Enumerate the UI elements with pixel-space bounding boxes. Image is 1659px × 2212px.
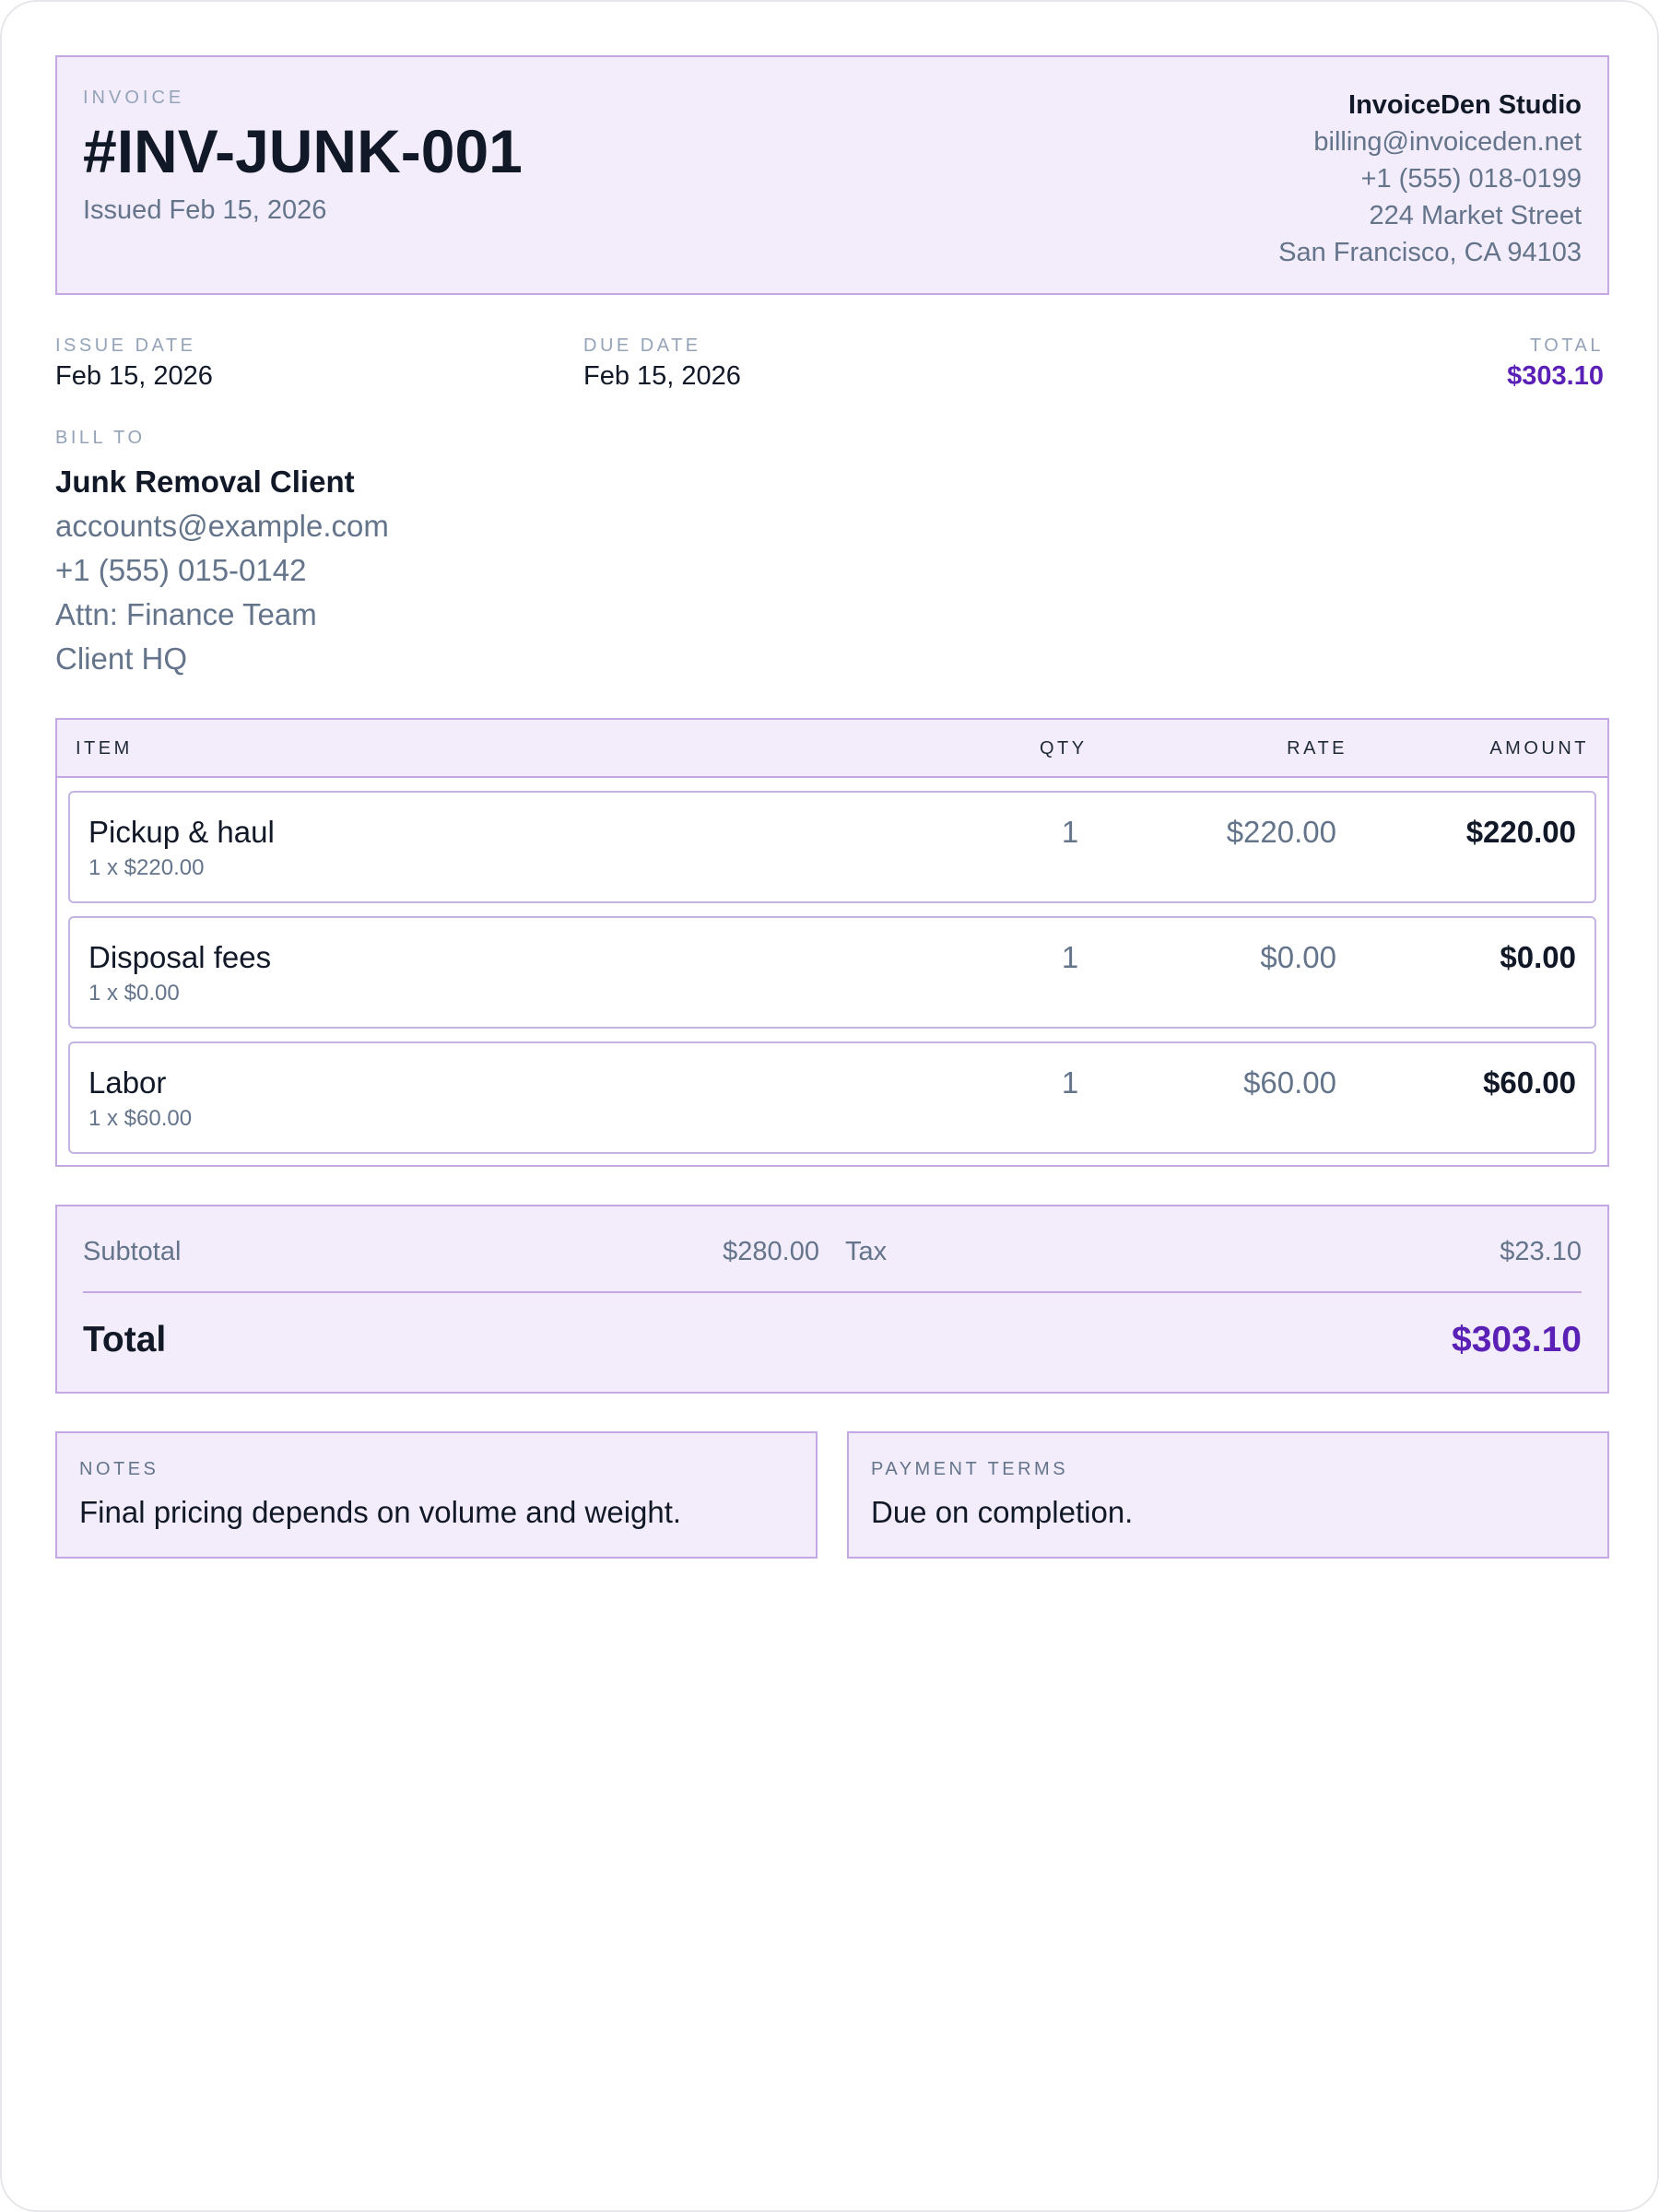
item-amount: $60.00 <box>1483 1065 1576 1100</box>
notes-text: Final pricing depends on volume and weig… <box>79 1495 682 1529</box>
table-row: Labor 1 x $60.00 1 $60.00 $60.00 <box>68 1041 1596 1154</box>
total-value: $303.10 <box>1507 361 1604 391</box>
bill-to-attn: Attn: Finance Team <box>55 597 317 631</box>
due-date-label: DUE DATE <box>583 335 701 356</box>
bill-to-label: BILL TO <box>55 428 146 448</box>
totals-divider <box>83 1291 1582 1293</box>
item-name: Disposal fees <box>88 940 272 974</box>
tax-value: $23.10 <box>1500 1237 1582 1266</box>
item-name: Labor <box>88 1065 167 1100</box>
payment-terms-label: PAYMENT TERMS <box>871 1459 1069 1479</box>
item-detail: 1 x $220.00 <box>88 855 205 880</box>
item-qty: 1 <box>1061 940 1079 974</box>
totals-summary: Subtotal $280.00 Tax $23.10 Total $303.1… <box>55 1205 1609 1394</box>
item-qty: 1 <box>1061 815 1079 849</box>
issue-date-value: Feb 15, 2026 <box>55 361 213 391</box>
bill-to-location: Client HQ <box>55 641 188 676</box>
tax-label: Tax <box>845 1237 888 1266</box>
bill-to-name: Junk Removal Client <box>55 465 355 499</box>
invoice-page: INVOICE #INV-JUNK-001 Issued Feb 15, 202… <box>0 0 1659 2212</box>
notes-label: NOTES <box>79 1459 159 1479</box>
item-rate: $220.00 <box>1226 815 1336 849</box>
item-detail: 1 x $60.00 <box>88 1106 193 1131</box>
subtotal-value: $280.00 <box>723 1237 819 1266</box>
item-qty: 1 <box>1061 1065 1079 1100</box>
company-info: InvoiceDen Studio billing@invoiceden.net… <box>1278 87 1582 271</box>
company-city: San Francisco, CA 94103 <box>1278 238 1582 267</box>
table-header: ITEM QTY RATE AMOUNT <box>57 720 1607 778</box>
item-amount: $0.00 <box>1500 940 1576 974</box>
due-date-value: Feb 15, 2026 <box>583 361 741 391</box>
total-label: TOTAL <box>1529 335 1604 356</box>
payment-terms-box: PAYMENT TERMS Due on completion. <box>847 1431 1609 1559</box>
item-rate: $0.00 <box>1260 940 1336 974</box>
line-items-table: ITEM QTY RATE AMOUNT Pickup & haul 1 x $… <box>55 718 1609 1167</box>
item-name: Pickup & haul <box>88 815 275 849</box>
invoice-number: #INV-JUNK-001 <box>83 117 523 185</box>
item-amount: $220.00 <box>1465 815 1576 849</box>
company-phone: +1 (555) 018-0199 <box>1360 164 1582 194</box>
payment-terms-text: Due on completion. <box>871 1495 1134 1529</box>
bill-to-email: accounts@example.com <box>55 509 389 543</box>
subtotal-label: Subtotal <box>83 1237 182 1266</box>
item-detail: 1 x $0.00 <box>88 981 180 1006</box>
company-email: billing@invoiceden.net <box>1313 127 1582 157</box>
invoice-label: INVOICE <box>83 88 185 108</box>
table-row: Pickup & haul 1 x $220.00 1 $220.00 $220… <box>68 791 1596 903</box>
item-rate: $60.00 <box>1243 1065 1336 1100</box>
table-row: Disposal fees 1 x $0.00 1 $0.00 $0.00 <box>68 916 1596 1029</box>
company-street: 224 Market Street <box>1369 201 1583 230</box>
grand-total-label: Total <box>83 1320 167 1359</box>
company-name: InvoiceDen Studio <box>1348 90 1582 120</box>
issue-date-label: ISSUE DATE <box>55 335 196 356</box>
grand-total-value: $303.10 <box>1452 1320 1582 1359</box>
bill-to-phone: +1 (555) 015-0142 <box>55 553 307 587</box>
column-header-qty: QTY <box>1040 738 1088 759</box>
issued-date: Issued Feb 15, 2026 <box>83 195 327 225</box>
column-header-amount: AMOUNT <box>1489 738 1589 759</box>
notes-box: NOTES Final pricing depends on volume an… <box>55 1431 818 1559</box>
column-header-rate: RATE <box>1287 738 1347 759</box>
invoice-header: INVOICE #INV-JUNK-001 Issued Feb 15, 202… <box>55 55 1609 295</box>
column-header-item: ITEM <box>76 738 133 759</box>
